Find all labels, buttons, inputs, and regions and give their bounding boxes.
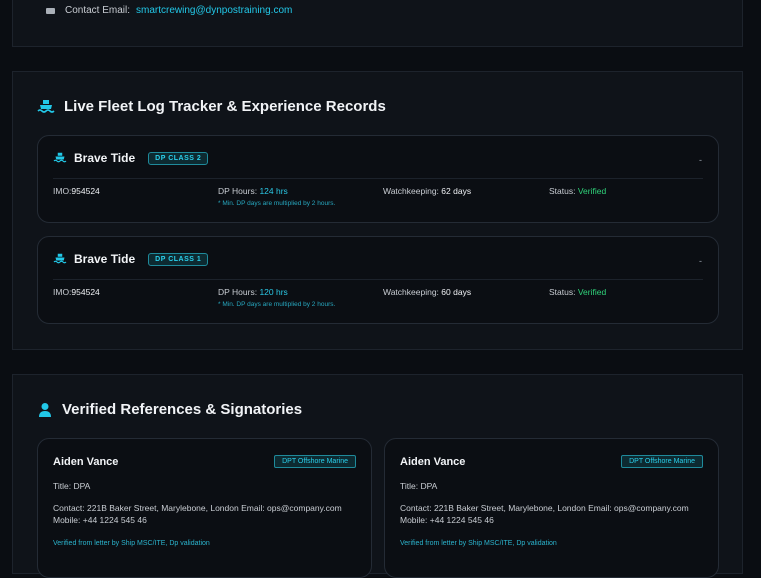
mail-icon — [46, 7, 55, 14]
title-label: Title: — [400, 481, 419, 491]
contact-email-link[interactable]: smartcrewing@dynpostraining.com — [136, 5, 292, 16]
dp-class-badge: DP CLASS 1 — [148, 252, 209, 266]
watchkeeping-field: Watchkeeping: 62 days — [383, 186, 471, 196]
imo-label: IMO: — [53, 287, 72, 297]
contact-label: Contact: — [400, 503, 432, 513]
reference-card[interactable]: Aiden Vance DPT Offshore Marine Title: D… — [384, 438, 719, 578]
status-field: Status: Verified — [549, 186, 606, 196]
fleet-log-panel: Live Fleet Log Tracker & Experience Reco… — [12, 71, 743, 350]
vessel-menu[interactable]: - — [699, 256, 702, 266]
imo-field: IMO:954524 — [53, 287, 100, 297]
imo-value: 954524 — [71, 287, 100, 297]
watchkeeping-field: Watchkeeping: 60 days — [383, 287, 471, 297]
ship-icon — [53, 253, 67, 264]
title-value: DPA — [73, 481, 91, 491]
contact-email-label: Contact Email: — [65, 5, 131, 16]
company-badge: DPT Offshore Marine — [274, 455, 356, 468]
reference-contact: Contact: 221B Baker Street, Marylebone, … — [53, 502, 363, 526]
vessel-header: Brave Tide DP CLASS 1 — [53, 252, 209, 266]
fleet-title-text: Live Fleet Log Tracker & Experience Reco… — [64, 98, 386, 115]
dp-hours-field: DP Hours: 120 hrs — [218, 287, 288, 297]
vessel-card[interactable]: Brave Tide DP CLASS 1 - IMO:954524 DP Ho… — [37, 236, 719, 324]
dp-hours-value: 124 hrs — [259, 186, 288, 196]
contact-panel: Contact Email: smartcrewing@dynpostraini… — [12, 0, 743, 47]
imo-value: 954524 — [71, 186, 100, 196]
dp-class-badge: DP CLASS 2 — [148, 151, 209, 165]
vessel-card[interactable]: Brave Tide DP CLASS 2 - IMO:954524 DP Ho… — [37, 135, 719, 223]
ship-icon — [37, 99, 55, 113]
ship-icon — [53, 152, 67, 163]
person-icon — [39, 402, 51, 417]
dp-hours-value: 120 hrs — [259, 287, 288, 297]
vessel-name: Brave Tide — [74, 252, 136, 266]
reference-title: Title: DPA — [53, 481, 90, 491]
references-title-text: Verified References & Signatories — [62, 401, 303, 418]
reference-card[interactable]: Aiden Vance DPT Offshore Marine Title: D… — [37, 438, 372, 578]
verification-link[interactable]: Verified from letter by Ship MSC/ITE, Dp… — [53, 540, 210, 547]
status-value: Verified — [577, 287, 607, 297]
dp-hours-note: * Min. DP days are multiplied by 2 hours… — [218, 301, 336, 308]
divider — [53, 178, 703, 179]
watch-label: Watchkeeping: — [383, 186, 439, 196]
status-value: Verified — [577, 186, 607, 196]
references-section-title: Verified References & Signatories — [37, 401, 302, 418]
dp-hours-label: DP Hours: — [218, 287, 258, 297]
imo-field: IMO:954524 — [53, 186, 100, 196]
company-badge: DPT Offshore Marine — [621, 455, 703, 468]
title-value: DPA — [420, 481, 438, 491]
vessel-name: Brave Tide — [74, 151, 136, 165]
dp-hours-note: * Min. DP days are multiplied by 2 hours… — [218, 200, 336, 207]
watch-value: 62 days — [441, 186, 472, 196]
vessel-menu[interactable]: - — [699, 155, 702, 165]
divider — [53, 279, 703, 280]
status-field: Status: Verified — [549, 287, 606, 297]
contact-label: Contact: — [53, 503, 85, 513]
references-panel: Verified References & Signatories Aiden … — [12, 374, 743, 578]
vessel-header: Brave Tide DP CLASS 2 — [53, 151, 209, 165]
imo-label: IMO: — [53, 186, 72, 196]
verification-link[interactable]: Verified from letter by Ship MSC/ITE, Dp… — [400, 540, 557, 547]
reference-name: Aiden Vance — [53, 456, 119, 468]
reference-name: Aiden Vance — [400, 456, 466, 468]
status-label: Status: — [549, 287, 576, 297]
reference-contact: Contact: 221B Baker Street, Marylebone, … — [400, 502, 710, 526]
dp-hours-label: DP Hours: — [218, 186, 258, 196]
contact-value: 221B Baker Street, Marylebone, London Em… — [53, 503, 342, 525]
dp-hours-field: DP Hours: 124 hrs — [218, 186, 288, 196]
reference-title: Title: DPA — [400, 481, 437, 491]
title-label: Title: — [53, 481, 72, 491]
watch-label: Watchkeeping: — [383, 287, 439, 297]
contact-row: Contact Email: smartcrewing@dynpostraini… — [46, 5, 292, 16]
contact-value: 221B Baker Street, Marylebone, London Em… — [400, 503, 689, 525]
fleet-section-title: Live Fleet Log Tracker & Experience Reco… — [37, 98, 386, 115]
watch-value: 60 days — [441, 287, 472, 297]
status-label: Status: — [549, 186, 576, 196]
